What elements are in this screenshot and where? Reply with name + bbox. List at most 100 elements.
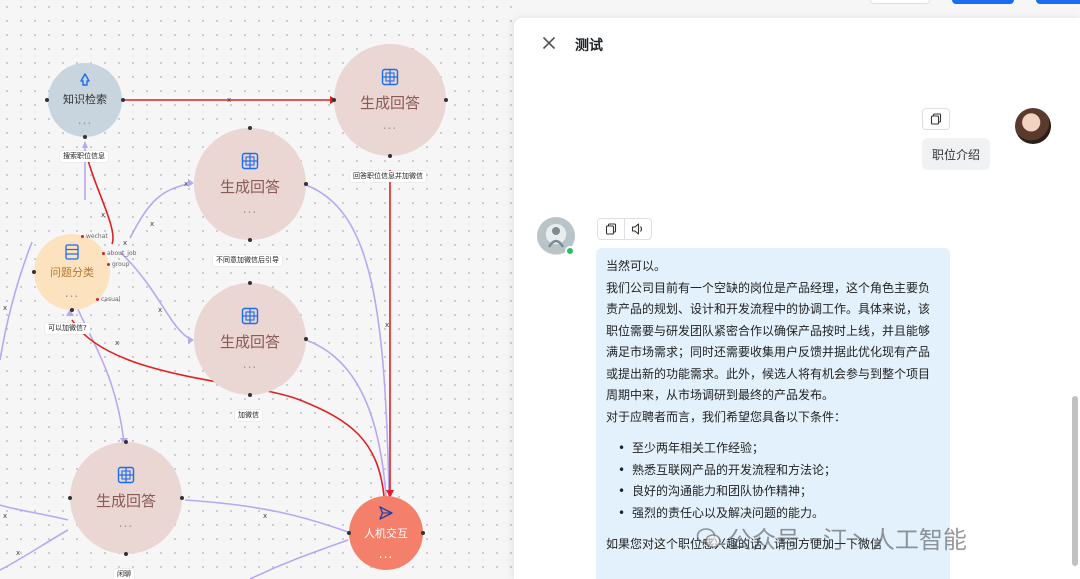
edge-left-in-2 [0, 504, 69, 521]
bot-paragraph: 我们公司目前有一个空缺的岗位是产品经理，这个角色主要负责产品的规划、设计和开发流… [606, 280, 931, 403]
generate-answer-icon [117, 466, 135, 484]
edge-class-to-gen3 [73, 299, 125, 443]
edge-label-can-add-wechat: 可以加微信? [45, 323, 90, 334]
list-item: 良好的沟通能力和团队协作精神； [618, 481, 940, 503]
handle[interactable] [444, 98, 448, 102]
handle[interactable] [83, 135, 87, 139]
generate-answer-icon [241, 152, 259, 170]
edge-class-to-gen2 [119, 251, 193, 341]
handle[interactable] [124, 440, 128, 444]
handle[interactable] [304, 337, 308, 341]
classifier-port-casual[interactable]: casual [95, 296, 120, 303]
online-status-dot [565, 246, 575, 256]
close-icon[interactable] [542, 36, 556, 50]
edge-gen1-to-human [305, 184, 390, 497]
node-knowledge-search[interactable]: 知识检索 ... [48, 63, 122, 137]
edge-label-bottom: 闲聊 [114, 569, 134, 579]
node-generate-answer-3[interactable]: 生成回答 ... [70, 442, 182, 554]
handle[interactable] [124, 552, 128, 556]
node-dots: ... [77, 113, 93, 127]
toolbar-primary-button[interactable] [952, 0, 1014, 4]
handle[interactable] [248, 393, 252, 397]
speak-button[interactable] [624, 218, 652, 240]
edge-delete-mark[interactable]: x [3, 305, 7, 312]
workflow-canvas[interactable]: 知识检索 ... 生成回答 ... 生成回答 ... 生成回答 ... 问题分类… [0, 0, 520, 579]
edge-class-to-search [87, 159, 114, 245]
node-title: 生成回答 [219, 178, 280, 196]
node-title: 生成回答 [359, 94, 420, 112]
node-generate-answer-2[interactable]: 生成回答 ... [194, 283, 306, 395]
classifier-port-wechat[interactable]: wechat [81, 233, 108, 240]
edge-label-answer-job-wechat: 回答职位信息并加微信 [350, 171, 426, 182]
node-title: 问题分类 [50, 266, 94, 279]
edge-delete-mark[interactable]: x [227, 97, 231, 104]
edge-delete-mark[interactable]: x [150, 221, 154, 228]
edge-delete-mark[interactable]: x [158, 307, 162, 314]
classifier-port-group[interactable]: group [106, 261, 129, 268]
node-title: 生成回答 [95, 492, 156, 510]
send-icon [379, 506, 393, 520]
list-item: 熟悉互联网产品的开发流程和方法论； [618, 460, 940, 482]
user-message: 职位介绍 [922, 138, 991, 170]
generate-answer-icon [241, 307, 259, 325]
node-generate-answer-1[interactable]: 生成回答 ... [194, 128, 306, 240]
handle[interactable] [388, 154, 392, 158]
edge-delete-mark[interactable]: x [184, 181, 188, 188]
classifier-port-about-job[interactable]: about_job [101, 250, 136, 257]
handle[interactable] [70, 308, 74, 312]
handle[interactable] [121, 98, 125, 102]
bot-paragraph: 当然可以。 [606, 259, 667, 273]
copy-icon [930, 113, 942, 125]
handle[interactable] [421, 531, 425, 535]
node-dots: ... [64, 286, 80, 300]
node-dots: ... [378, 547, 394, 561]
node-title: 人机交互 [364, 527, 408, 540]
node-title: 生成回答 [219, 333, 280, 351]
node-dots: ... [382, 118, 398, 132]
handle[interactable] [180, 496, 184, 500]
edge-delete-mark[interactable]: x [115, 340, 119, 347]
toolbar-primary-button-2[interactable] [1036, 0, 1080, 4]
edge-delete-mark[interactable]: x [123, 240, 127, 247]
node-human-interaction[interactable]: 人机交互 ... [349, 496, 423, 570]
edge-class-to-gen1 [129, 182, 193, 239]
handle[interactable] [32, 270, 36, 274]
handle[interactable] [248, 126, 252, 130]
handle[interactable] [45, 98, 49, 102]
watermark-text: 公众号 · 汀丶人工智能 [728, 526, 967, 554]
edge-left-in-3 [0, 529, 69, 571]
edge-delete-mark[interactable]: x [101, 212, 105, 219]
copy-button[interactable] [597, 218, 625, 240]
list-item: 至少两年相关工作经验； [618, 438, 940, 460]
edge-delete-mark[interactable]: x [16, 550, 20, 557]
toolbar-button[interactable] [870, 0, 930, 4]
edge-bottom-out [249, 539, 349, 579]
edge-delete-mark[interactable]: x [263, 513, 267, 520]
edge-label-add-wechat: 加微信 [235, 410, 262, 421]
handle[interactable] [347, 531, 351, 535]
edge-label-search-job: 搜索职位信息 [60, 151, 108, 162]
edge-left-in [0, 241, 33, 361]
speaker-icon [631, 223, 643, 235]
handle[interactable] [304, 182, 308, 186]
handle[interactable] [248, 238, 252, 242]
requirements-list: 至少两年相关工作经验； 熟悉互联网产品的开发流程和方法论； 良好的沟通能力和团队… [618, 438, 940, 524]
node-dots: ... [118, 516, 134, 530]
node-dots: ... [242, 202, 258, 216]
scrollbar[interactable] [1072, 396, 1078, 566]
wechat-logo-icon [696, 527, 721, 548]
handle[interactable] [332, 98, 336, 102]
generate-answer-icon [381, 68, 399, 86]
handle[interactable] [248, 281, 252, 285]
user-avatar [1015, 108, 1051, 144]
edge-gen2-to-human [305, 339, 387, 497]
edge-delete-mark[interactable]: x [385, 322, 389, 329]
bot-paragraph: 对于应聘者而言，我们希望您具备以下条件： [606, 409, 847, 424]
node-generate-answer-4[interactable]: 生成回答 ... [334, 44, 446, 156]
watermark: 公众号 · 汀丶人工智能 [696, 520, 967, 555]
edge-delete-mark[interactable]: x [3, 513, 7, 520]
copy-button[interactable] [922, 108, 950, 130]
handle[interactable] [68, 496, 72, 500]
panel-title: 测试 [575, 38, 603, 54]
copy-icon [605, 223, 617, 235]
